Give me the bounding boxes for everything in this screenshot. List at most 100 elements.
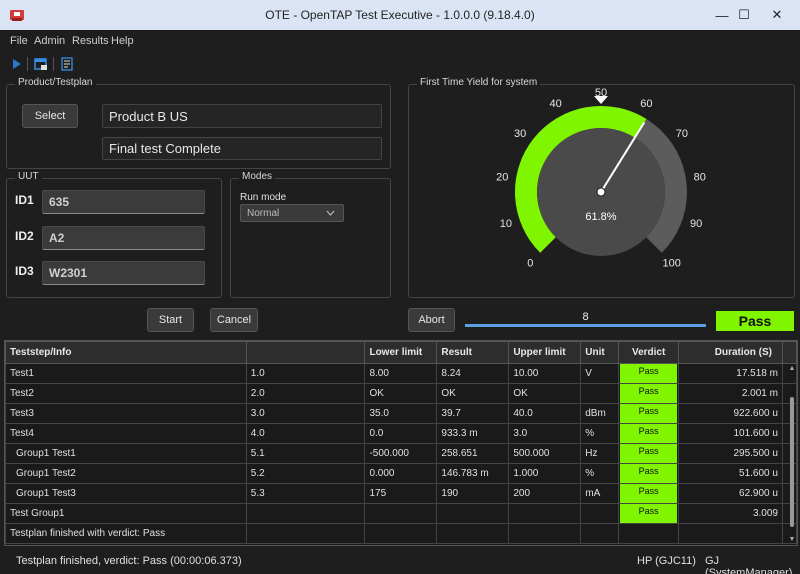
gauge-value-text: 61.8% — [585, 211, 616, 223]
cell-verdict: Pass — [618, 463, 680, 484]
verdict-chip: Pass — [620, 424, 678, 443]
window-title: OTE - OpenTAP Test Executive - 1.0.0.0 (… — [265, 8, 535, 22]
product-testplan-label: Product/Testplan — [15, 77, 96, 88]
id3-input[interactable]: W2301 — [42, 261, 205, 285]
table-row[interactable]: Group1 Test1 5.1 -500.000 258.651 500.000 Hz P… — [5, 443, 797, 464]
cell-lower-limit: OK — [364, 383, 438, 404]
run-mode-select[interactable]: Normal — [240, 204, 344, 222]
overall-verdict-badge: Pass — [716, 311, 794, 331]
table-row[interactable]: Test3 3.0 35.0 39.7 40.0 dBm Pass 922.600 u — [5, 403, 797, 424]
select-button[interactable]: Select — [22, 104, 78, 128]
cell-id: 4.0 — [245, 423, 366, 444]
cell-id: 5.2 — [245, 463, 366, 484]
cell-lower-limit: -500.000 — [364, 443, 438, 464]
cell-id: 3.0 — [245, 403, 366, 424]
cell-id: 5.1 — [245, 443, 366, 464]
col-duration[interactable]: Duration (S) — [678, 341, 783, 364]
table-row[interactable]: Group1 Test2 5.2 0.000 146.783 m 1.000% Pass 5… — [5, 463, 797, 484]
col-result[interactable]: Result — [436, 341, 510, 364]
edit-plan-icon[interactable] — [33, 56, 49, 72]
status-station: HP (GJC11) — [637, 555, 696, 567]
cell-upper-limit: 40.0 — [508, 403, 582, 424]
scroll-thumb[interactable] — [790, 397, 794, 527]
gauge-tick-label: 20 — [496, 171, 508, 183]
table-row[interactable]: Test1 1.0 8.00 8.24 10.00 V Pass 17.518 m — [5, 363, 797, 384]
cell-teststep: Group1 Test1 — [5, 443, 247, 464]
cell-teststep: Group1 Test3 — [5, 483, 247, 504]
table-row[interactable]: Test Group1 Pass 3.009 — [5, 503, 797, 524]
cell-verdict: Pass — [618, 363, 680, 384]
col-verdict[interactable]: Verdict — [618, 341, 680, 364]
cell-teststep: Test Group1 — [5, 503, 247, 524]
cell-lower-limit — [364, 503, 438, 524]
cell-lower-limit — [364, 523, 438, 544]
cell-teststep: Test1 — [5, 363, 247, 384]
cell-lower-limit: 0.0 — [364, 423, 438, 444]
col-id[interactable] — [245, 341, 366, 364]
cancel-button[interactable]: Cancel — [210, 308, 258, 332]
cell-lower-limit: 0.000 — [364, 463, 438, 484]
menu-help[interactable]: Help — [111, 35, 134, 47]
gauge-tick-label: 80 — [694, 171, 706, 183]
cell-duration — [678, 523, 783, 544]
verdict-chip: Pass — [620, 384, 678, 403]
toolbar-separator — [53, 57, 54, 71]
chevron-down-icon — [326, 210, 335, 216]
cell-result: 933.3 m — [436, 423, 510, 444]
col-lower-limit[interactable]: Lower limit — [364, 341, 438, 364]
gauge-tick-label: 10 — [500, 218, 512, 230]
start-button[interactable]: Start — [147, 308, 194, 332]
close-button[interactable]: ✕ — [754, 0, 800, 30]
cell-result: 8.24 — [436, 363, 510, 384]
abort-button[interactable]: Abort — [408, 308, 455, 332]
gauge-tick-label: 30 — [514, 128, 526, 140]
cell-duration: 922.600 u — [678, 403, 783, 424]
status-user: GJ (SystemManager) — [705, 555, 793, 574]
col-teststep[interactable]: Teststep/Info — [5, 341, 247, 364]
cell-verdict: Pass — [618, 383, 680, 404]
cell-upper-limit — [508, 523, 582, 544]
progress-bar — [465, 324, 706, 327]
cell-result: 190 — [436, 483, 510, 504]
col-unit[interactable]: Unit — [580, 341, 620, 364]
cell-upper-limit: 200 — [508, 483, 582, 504]
cell-id: 5.3 — [245, 483, 366, 504]
cell-unit — [580, 383, 620, 404]
id2-input[interactable]: A2 — [42, 226, 205, 250]
scroll-down-icon[interactable]: ▼ — [788, 536, 796, 543]
results-scrollbar[interactable]: ▲ ▼ — [788, 365, 796, 543]
title-bar: OTE - OpenTAP Test Executive - 1.0.0.0 (… — [0, 0, 800, 30]
table-row[interactable]: Testplan finished with verdict: Pass — [5, 523, 797, 544]
cell-unit: V — [580, 363, 620, 384]
cell-id — [245, 503, 366, 524]
gauge-hub — [596, 187, 606, 197]
col-upper-limit[interactable]: Upper limit — [508, 341, 582, 364]
menu-admin[interactable]: Admin — [34, 35, 65, 47]
menu-file[interactable]: File — [10, 35, 28, 47]
cell-upper-limit: 3.0 — [508, 423, 582, 444]
id1-input[interactable]: 635 — [42, 190, 205, 214]
results-grid[interactable]: Teststep/Info Lower limit Result Upper l… — [4, 340, 798, 546]
cell-duration: 62.900 u — [678, 483, 783, 504]
play-icon[interactable] — [9, 56, 25, 72]
cell-result: OK — [436, 383, 510, 404]
status-message: Testplan finished, verdict: Pass (00:00:… — [16, 555, 242, 567]
progress-count: 8 — [582, 311, 589, 323]
verdict-chip: Pass — [620, 484, 678, 503]
cell-duration: 17.518 m — [678, 363, 783, 384]
table-row[interactable]: Test4 4.0 0.0 933.3 m 3.0% Pass 101.600 u — [5, 423, 797, 444]
cell-unit: Hz — [580, 443, 620, 464]
cell-unit: mA — [580, 483, 620, 504]
cell-verdict: Pass — [618, 423, 680, 444]
menu-results[interactable]: Results — [72, 35, 109, 47]
cell-result — [436, 523, 510, 544]
scroll-up-icon[interactable]: ▲ — [788, 365, 796, 372]
cell-id: 1.0 — [245, 363, 366, 384]
cell-result — [436, 503, 510, 524]
table-row[interactable]: Test2 2.0 OK OK OK Pass 2.001 m — [5, 383, 797, 404]
report-icon[interactable] — [59, 56, 75, 72]
gauge-tick-label: 70 — [676, 128, 688, 140]
table-row[interactable]: Group1 Test3 5.3 175 190 200 mA Pass 62.900 u — [5, 483, 797, 504]
gauge-tick-label: 90 — [690, 218, 702, 230]
cell-upper-limit: 500.000 — [508, 443, 582, 464]
